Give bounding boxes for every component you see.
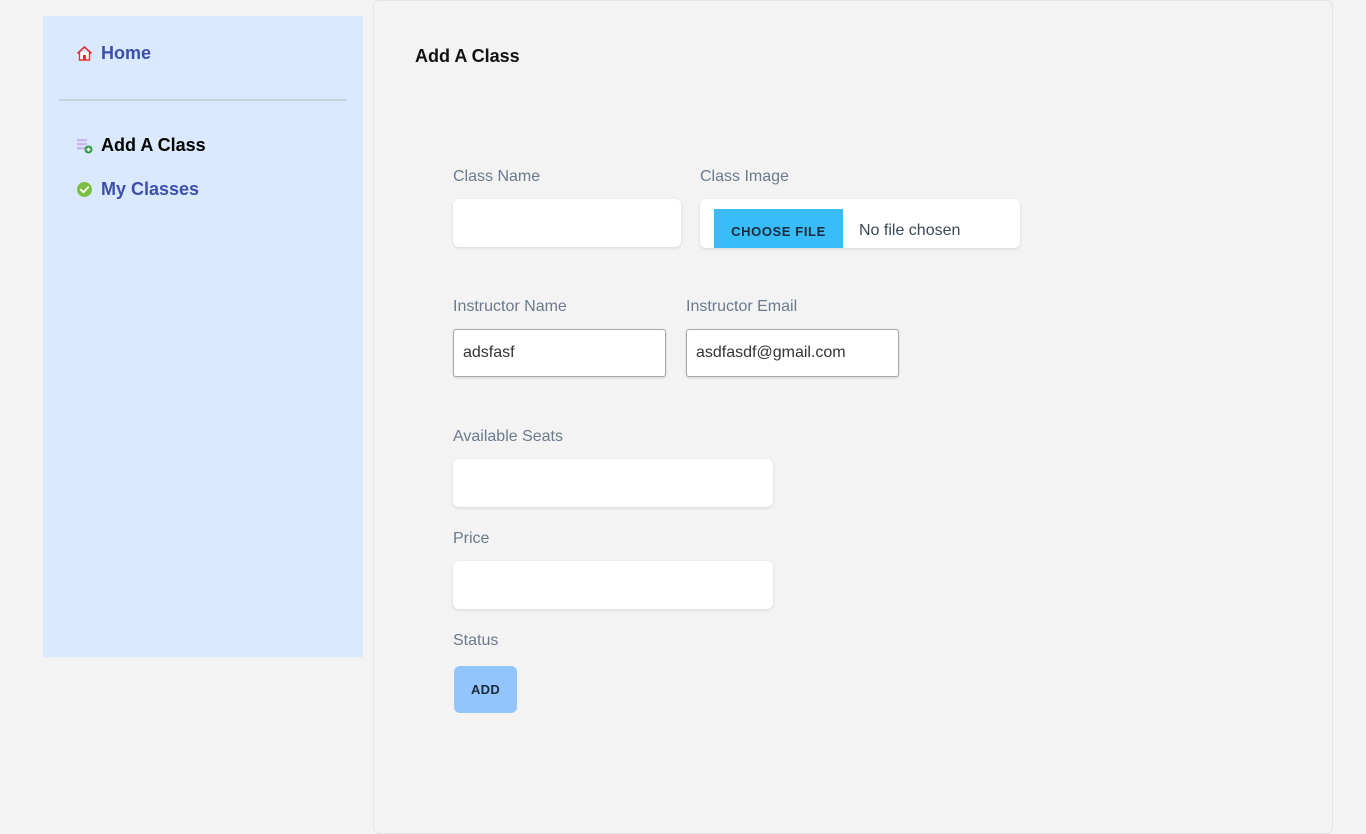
instructor-name-label: Instructor Name [453, 298, 567, 315]
nav-my-classes-label: My Classes [101, 179, 200, 199]
file-status-text: No file chosen [859, 222, 961, 239]
main-panel: Add A Class Class Name Class Image CHOOS… [373, 0, 1333, 834]
add-button[interactable]: ADD [454, 666, 517, 713]
instructor-name-input[interactable]: adsfasf [453, 329, 666, 377]
status-label: Status [453, 632, 499, 649]
home-icon [76, 45, 93, 62]
sidebar: Home Add A Class My Classes [43, 16, 363, 657]
class-name-input[interactable] [453, 199, 681, 247]
nav-home-link[interactable]: Home [76, 43, 151, 64]
page-title: Add A Class [415, 46, 520, 66]
price-input[interactable] [453, 561, 773, 609]
class-image-label: Class Image [700, 168, 789, 185]
nav-home-label: Home [101, 43, 152, 63]
instructor-email-label: Instructor Email [686, 298, 798, 315]
choose-file-button[interactable]: CHOOSE FILE [714, 209, 843, 248]
instructor-email-input[interactable]: asdfasdf@gmail.com [686, 329, 899, 377]
available-seats-input[interactable] [453, 459, 773, 507]
nav-my-classes-link[interactable]: My Classes [76, 179, 199, 200]
class-image-file-input[interactable]: CHOOSE FILE No file chosen [700, 199, 1020, 248]
sidebar-divider [59, 99, 347, 101]
price-label: Price [453, 530, 490, 547]
class-name-label: Class Name [453, 168, 541, 185]
nav-add-class-label: Add A Class [101, 135, 206, 155]
add-list-icon [76, 137, 93, 154]
nav-add-class-link[interactable]: Add A Class [76, 135, 206, 156]
available-seats-label: Available Seats [453, 428, 563, 445]
check-circle-icon [76, 181, 93, 198]
